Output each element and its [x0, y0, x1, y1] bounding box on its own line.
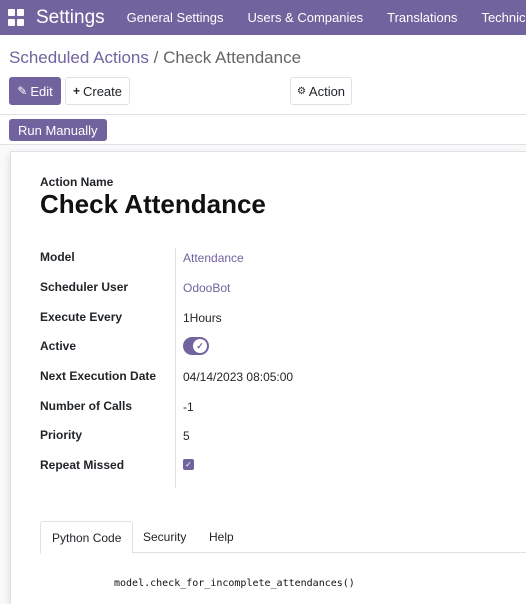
- action-menu-button[interactable]: ⚙ Action: [290, 77, 352, 105]
- next-execution-label: Next Execution Date: [40, 369, 157, 383]
- action-name-value[interactable]: Check Attendance: [40, 189, 266, 220]
- tab-help[interactable]: Help: [198, 521, 245, 553]
- repeat-missed-label: Repeat Missed: [40, 458, 125, 472]
- create-button[interactable]: + Create: [65, 77, 130, 105]
- next-execution-value[interactable]: 04/14/2023 08:05:00: [183, 370, 293, 384]
- number-of-calls-value[interactable]: -1: [183, 400, 194, 414]
- control-panel: Scheduled Actions / Check Attendance ✎ Ed…: [0, 35, 526, 115]
- action-button-label: Action: [308, 83, 346, 99]
- gear-icon: ⚙: [296, 85, 306, 97]
- run-manually-button[interactable]: Run Manually: [9, 119, 107, 141]
- menu-general-settings[interactable]: General Settings: [115, 0, 236, 35]
- model-label: Model: [40, 250, 75, 264]
- action-name-label: Action Name: [40, 175, 114, 189]
- number-of-calls-label: Number of Calls: [40, 399, 133, 413]
- notebook-tabs: Python Code Security Help: [40, 521, 526, 554]
- breadcrumb-separator: /: [148, 48, 164, 67]
- active-toggle[interactable]: ✓: [183, 337, 209, 355]
- pencil-icon: ✎: [17, 84, 28, 98]
- active-label: Active: [40, 339, 77, 353]
- field-separator: [175, 248, 176, 488]
- execute-every-label: Execute Every: [40, 310, 123, 324]
- tab-security[interactable]: Security: [132, 521, 197, 553]
- check-icon: ✓: [193, 339, 207, 353]
- scheduler-user-value[interactable]: OdooBot: [183, 281, 230, 295]
- breadcrumb: Scheduled Actions / Check Attendance: [9, 48, 301, 68]
- apps-menu-icon[interactable]: [8, 9, 24, 26]
- edit-button[interactable]: ✎ Edit: [9, 77, 61, 105]
- python-code-editor[interactable]: model.check_for_incomplete_attendances(): [114, 578, 355, 589]
- menu-users-companies[interactable]: Users & Companies: [236, 0, 376, 35]
- repeat-missed-checkbox[interactable]: ✓: [183, 459, 194, 470]
- menu-translations[interactable]: Translations: [375, 0, 469, 35]
- menu-technical[interactable]: Technical: [469, 0, 526, 35]
- model-value[interactable]: Attendance: [183, 251, 244, 265]
- plus-icon: +: [72, 84, 80, 98]
- status-bar: Run Manually: [0, 115, 526, 145]
- form-sheet: Action Name Check Attendance Model Atten…: [10, 151, 526, 604]
- breadcrumb-parent[interactable]: Scheduled Actions: [9, 48, 149, 67]
- app-title[interactable]: Settings: [36, 7, 105, 29]
- edit-button-label: Edit: [30, 83, 53, 99]
- priority-value[interactable]: 5: [183, 429, 190, 443]
- top-navbar: Settings General Settings Users & Compan…: [0, 0, 526, 35]
- execute-every-value[interactable]: 1Hours: [183, 311, 222, 325]
- breadcrumb-current: Check Attendance: [163, 48, 302, 67]
- create-button-label: Create: [82, 83, 123, 99]
- scheduler-user-label: Scheduler User: [40, 280, 129, 294]
- priority-label: Priority: [40, 428, 83, 442]
- tab-python-code[interactable]: Python Code: [40, 521, 134, 554]
